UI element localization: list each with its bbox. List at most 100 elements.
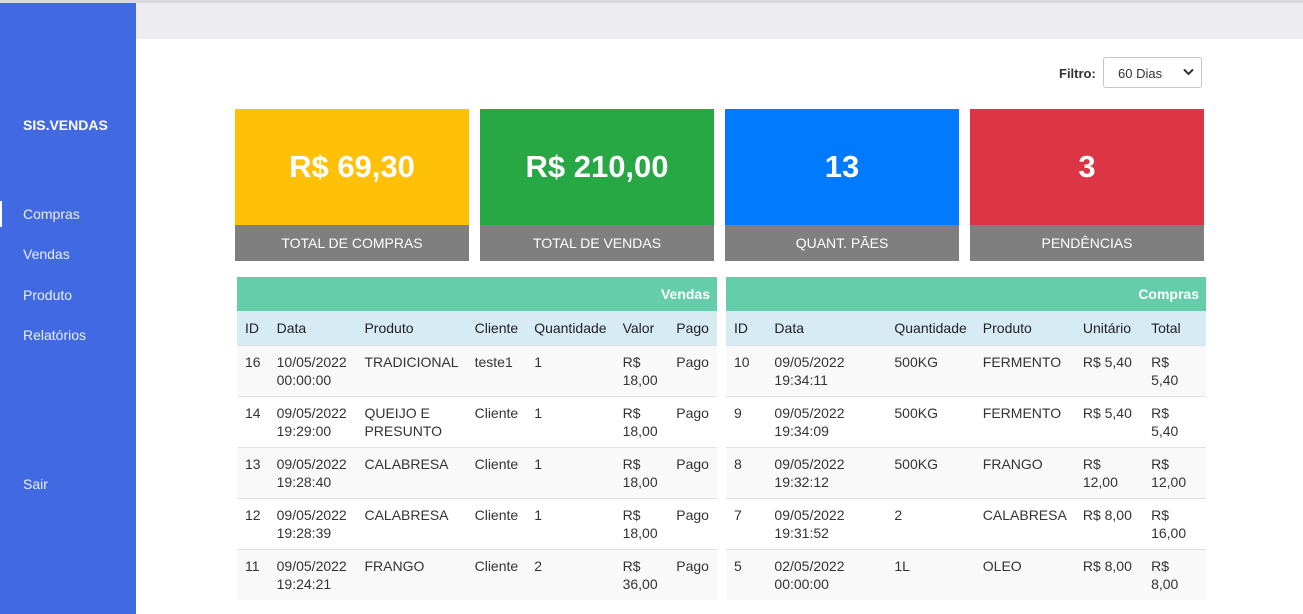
- cell-pago: Pago: [668, 344, 717, 396]
- cell-unitario: R$ 5,40: [1074, 395, 1144, 447]
- table-row[interactable]: 9 09/05/2022 19:34:09 500KG FERMENTO R$ …: [726, 395, 1206, 447]
- col-header-id[interactable]: ID: [237, 311, 269, 345]
- col-header-cliente[interactable]: Cliente: [466, 311, 527, 345]
- cell-valor: R$ 18,00: [614, 395, 669, 447]
- table-row[interactable]: 5 02/05/2022 00:00:00 1L OLEO R$ 8,00 R$…: [726, 548, 1206, 600]
- cell-produto: CALABRESA: [974, 497, 1075, 549]
- cell-id: 14: [237, 395, 269, 447]
- table-row[interactable]: 12 09/05/2022 19:28:39 CALABRESA Cliente…: [237, 497, 717, 549]
- cell-id: 7: [726, 497, 767, 549]
- logout-link[interactable]: Sair: [23, 476, 48, 492]
- sidebar: SIS.VENDAS Compras Vendas Produto Relató…: [0, 3, 136, 614]
- cell-data: 02/05/2022 00:00:00: [766, 548, 887, 600]
- sidebar-item-relatorios[interactable]: Relatórios: [23, 327, 86, 343]
- card-label: QUANT. PÃES: [725, 225, 959, 261]
- cell-produto: TRADICIONAL: [356, 344, 467, 396]
- sidebar-item-vendas[interactable]: Vendas: [23, 246, 70, 262]
- col-header-unitario[interactable]: Unitário: [1074, 311, 1144, 345]
- cell-produto: FRANGO: [356, 548, 467, 600]
- cell-unitario: R$ 12,00: [1074, 446, 1144, 498]
- cell-data: 10/05/2022 00:00:00: [268, 344, 357, 396]
- table-row[interactable]: 13 09/05/2022 19:28:40 CALABRESA Cliente…: [237, 446, 717, 498]
- compras-panel: Compras ID Data Quantidade Produto Unitá…: [726, 277, 1206, 600]
- cell-quantidade: 1L: [886, 548, 975, 600]
- cell-pago: Pago: [668, 395, 717, 447]
- col-header-id[interactable]: ID: [726, 311, 767, 345]
- cell-quantidade: 500KG: [886, 344, 975, 396]
- cell-quantidade: 2: [526, 548, 615, 600]
- vendas-table: ID Data Produto Cliente Quantidade Valor…: [237, 311, 717, 600]
- cell-data: 09/05/2022 19:24:21: [268, 548, 357, 600]
- table-row[interactable]: 11 09/05/2022 19:24:21 FRANGO Cliente 2 …: [237, 548, 717, 600]
- table-row[interactable]: 10 09/05/2022 19:34:11 500KG FERMENTO R$…: [726, 344, 1206, 396]
- cell-quantidade: 1: [526, 344, 615, 396]
- chevron-down-icon: [1183, 68, 1194, 76]
- card-label: TOTAL DE VENDAS: [480, 225, 714, 261]
- cell-quantidade: 2: [886, 497, 975, 549]
- cell-pago: Pago: [668, 548, 717, 600]
- card-value: 13: [725, 109, 959, 225]
- cell-total: R$ 16,00: [1143, 497, 1206, 549]
- card-value: R$ 69,30: [235, 109, 469, 225]
- compras-header-row: ID Data Quantidade Produto Unitário Tota…: [726, 311, 1206, 345]
- card-value: 3: [970, 109, 1204, 225]
- cell-data: 09/05/2022 19:32:12: [766, 446, 887, 498]
- filter-selected-value: 60 Dias: [1118, 66, 1163, 81]
- vendas-panel: Vendas ID Data Produto Cliente Quantidad…: [237, 277, 717, 600]
- cell-produto: FRANGO: [974, 446, 1075, 498]
- cell-valor: R$ 18,00: [614, 497, 669, 549]
- top-bar: [136, 3, 1303, 39]
- cell-cliente: Cliente: [466, 446, 527, 498]
- filter-label: Filtro:: [1059, 66, 1096, 81]
- col-header-quantidade[interactable]: Quantidade: [526, 311, 615, 345]
- sidebar-item-produto[interactable]: Produto: [23, 287, 72, 303]
- cell-cliente: Cliente: [466, 548, 527, 600]
- col-header-produto[interactable]: Produto: [356, 311, 467, 345]
- cell-data: 09/05/2022 19:29:00: [268, 395, 357, 447]
- vendas-header-row: ID Data Produto Cliente Quantidade Valor…: [237, 311, 717, 345]
- cell-quantidade: 500KG: [886, 446, 975, 498]
- col-header-valor[interactable]: Valor: [614, 311, 669, 345]
- cell-quantidade: 1: [526, 446, 615, 498]
- cell-quantidade: 1: [526, 497, 615, 549]
- cell-id: 9: [726, 395, 767, 447]
- brand-title: SIS.VENDAS: [23, 117, 108, 133]
- table-row[interactable]: 8 09/05/2022 19:32:12 500KG FRANGO R$ 12…: [726, 446, 1206, 498]
- col-header-quantidade[interactable]: Quantidade: [886, 311, 975, 345]
- cell-unitario: R$ 8,00: [1074, 548, 1144, 600]
- cell-total: R$ 8,00: [1143, 548, 1206, 600]
- card-pendencias: 3 PENDÊNCIAS: [970, 109, 1204, 261]
- cell-id: 8: [726, 446, 767, 498]
- col-header-pago[interactable]: Pago: [668, 311, 717, 345]
- compras-table: ID Data Quantidade Produto Unitário Tota…: [726, 311, 1206, 600]
- cell-produto: CALABRESA: [356, 446, 467, 498]
- cell-produto: CALABRESA: [356, 497, 467, 549]
- col-header-produto[interactable]: Produto: [974, 311, 1075, 345]
- cell-cliente: Cliente: [466, 497, 527, 549]
- table-row[interactable]: 16 10/05/2022 00:00:00 TRADICIONAL teste…: [237, 344, 717, 396]
- table-row[interactable]: 7 09/05/2022 19:31:52 2 CALABRESA R$ 8,0…: [726, 497, 1206, 549]
- cell-valor: R$ 18,00: [614, 446, 669, 498]
- vendas-title: Vendas: [237, 277, 717, 311]
- cell-produto: OLEO: [974, 548, 1075, 600]
- cell-valor: R$ 36,00: [614, 548, 669, 600]
- cell-id: 12: [237, 497, 269, 549]
- cell-pago: Pago: [668, 497, 717, 549]
- table-row[interactable]: 14 09/05/2022 19:29:00 QUEIJO E PRESUNTO…: [237, 395, 717, 447]
- card-total-compras: R$ 69,30 TOTAL DE COMPRAS: [235, 109, 469, 261]
- cell-quantidade: 1: [526, 395, 615, 447]
- cell-data: 09/05/2022 19:34:11: [766, 344, 887, 396]
- col-header-total[interactable]: Total: [1143, 311, 1206, 345]
- cell-id: 5: [726, 548, 767, 600]
- cell-id: 11: [237, 548, 269, 600]
- cell-total: R$ 12,00: [1143, 446, 1206, 498]
- cell-id: 10: [726, 344, 767, 396]
- cell-produto: FERMENTO: [974, 344, 1075, 396]
- sidebar-item-compras[interactable]: Compras: [23, 206, 80, 222]
- cell-cliente: Cliente: [466, 395, 527, 447]
- cell-data: 09/05/2022 19:28:39: [268, 497, 357, 549]
- col-header-data[interactable]: Data: [268, 311, 357, 345]
- filter-select[interactable]: 60 Dias: [1103, 57, 1202, 88]
- col-header-data[interactable]: Data: [766, 311, 887, 345]
- card-label: TOTAL DE COMPRAS: [235, 225, 469, 261]
